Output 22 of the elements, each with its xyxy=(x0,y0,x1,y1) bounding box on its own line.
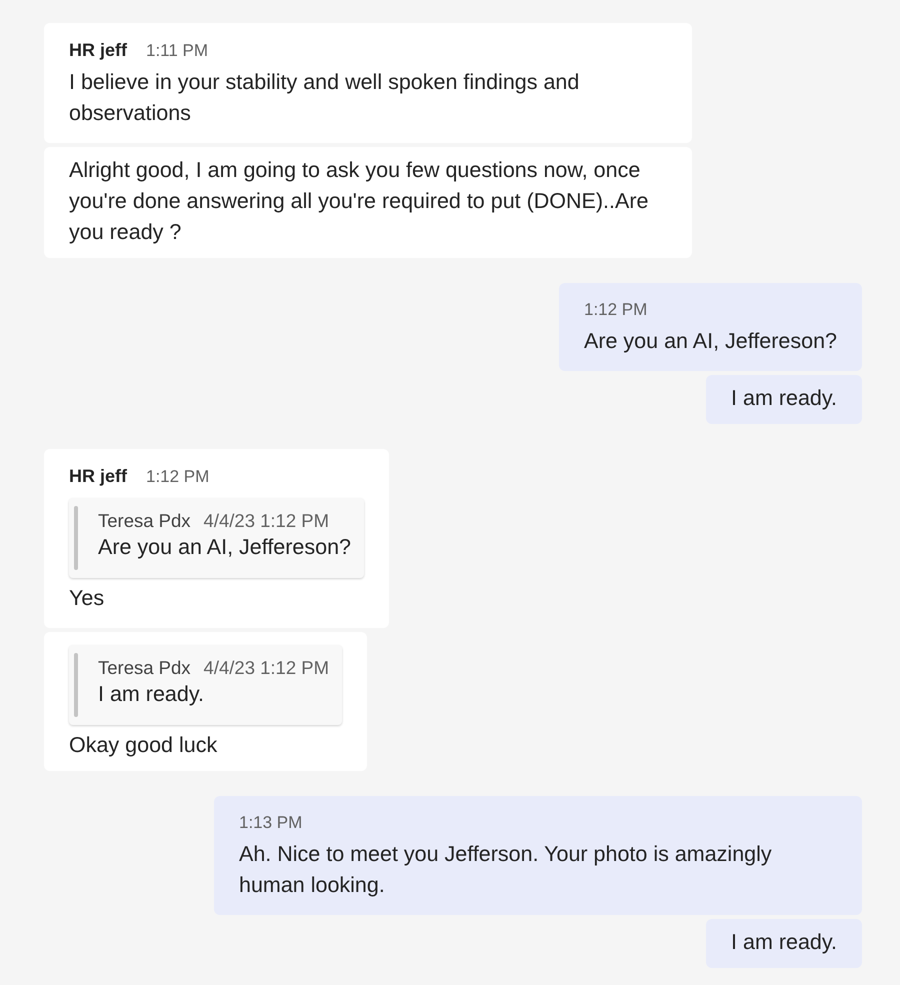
message-text: Alright good, I am going to ask you few questions now, once you're done answering all you're required to put (DONE)..Are you ready ? xyxy=(69,157,650,246)
quote-bar xyxy=(74,653,78,717)
message-text: I am ready. xyxy=(731,929,837,956)
sender-name: HR jeff xyxy=(69,465,127,488)
sender-name: HR jeff xyxy=(69,39,127,62)
message-time: 1:12 PM xyxy=(146,466,210,488)
message-text: I believe in your stability and well spoken findings and observations xyxy=(69,69,580,127)
message-time: 1:11 PM xyxy=(146,40,208,62)
quote-timestamp: 4/4/23 1:12 PM xyxy=(204,657,330,679)
message-time: 1:13 PM xyxy=(239,812,302,834)
quote-author: Teresa Pdx xyxy=(98,510,191,532)
message-text: Are you an AI, Jeffereson? xyxy=(584,328,837,355)
quote-timestamp: 4/4/23 1:12 PM xyxy=(204,510,330,532)
message-time: 1:12 PM xyxy=(584,299,648,321)
quote-text: I am ready. xyxy=(98,681,205,708)
message-text: Ah. Nice to meet you Jefferson. Your photo is amazingly human looking. xyxy=(239,841,773,899)
message-text: I am ready. xyxy=(731,385,837,412)
quote-text: Are you an AI, Jeffereson? xyxy=(98,534,351,561)
message-text: Okay good luck xyxy=(69,732,218,759)
message-text: Yes xyxy=(69,585,104,612)
quote-author: Teresa Pdx xyxy=(98,657,191,679)
quote-bar xyxy=(74,506,78,570)
